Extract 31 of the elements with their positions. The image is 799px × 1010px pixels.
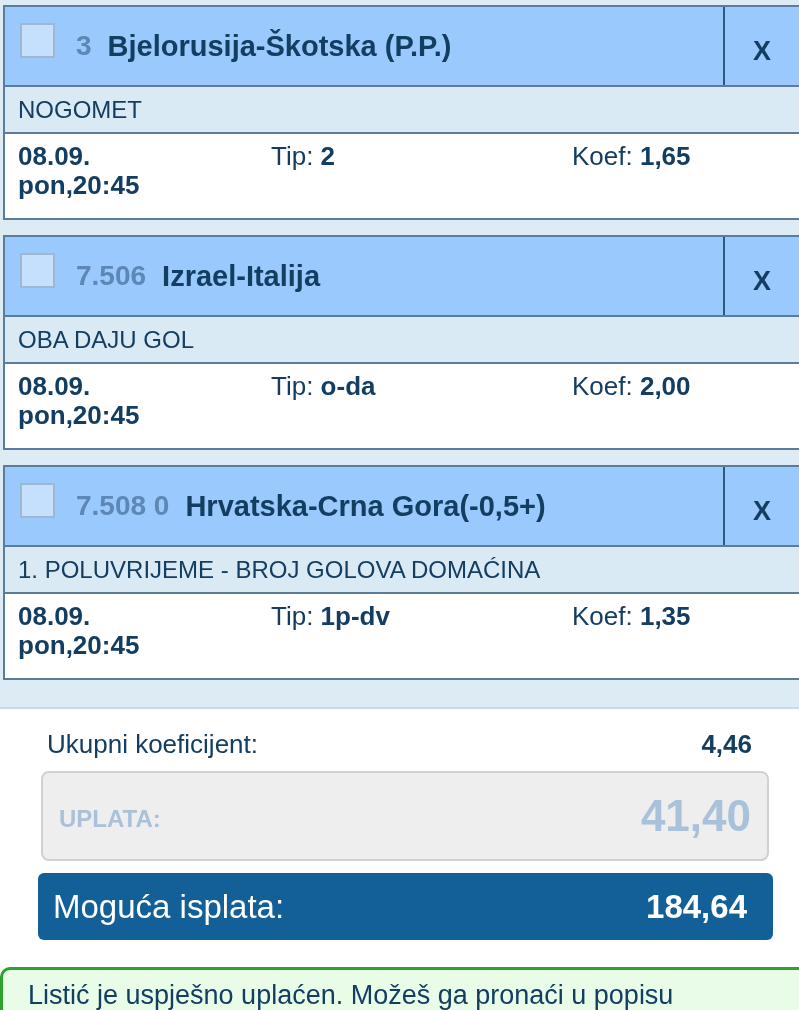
payout-amount: 184,64 [646, 887, 747, 926]
checkbox[interactable] [20, 252, 55, 288]
remove-button[interactable]: X [723, 237, 799, 315]
bet-odds: Koef: 2,00 [572, 372, 691, 401]
checkbox[interactable] [20, 22, 55, 58]
remove-button[interactable]: X [723, 467, 799, 545]
stake-label: UPLATA: [59, 805, 161, 833]
total-odds-label: Ukupni koeficijent: [47, 728, 258, 761]
match-title: Bjelorusija-Škotska (P.P.) [107, 29, 452, 63]
bet-tip: Tip: 2 [271, 142, 336, 171]
market-name: 1. POLUVRIJEME - BROJ GOLOVA DOMAĆINA [18, 555, 541, 584]
bet-tip: Tip: 1p-dv [271, 602, 390, 631]
event-code: 7.506 [76, 260, 147, 292]
event-code: 3 [76, 30, 92, 62]
match-date: 08.09. pon,20:45 [18, 142, 141, 200]
bet-odds: Koef: 1,65 [572, 142, 691, 171]
remove-button[interactable]: X [723, 7, 799, 85]
bet-tip: Tip: o-da [271, 372, 376, 401]
event-code: 7.508 0 [76, 490, 170, 522]
match-title: Hrvatska-Crna Gora(-0,5+) [185, 489, 546, 523]
match-date: 08.09. pon,20:45 [18, 602, 141, 660]
total-odds-value: 4,46 [701, 728, 752, 761]
market-name: OBA DAJU GOL [18, 325, 195, 354]
market-name: NOGOMET [18, 95, 142, 124]
checkbox[interactable] [20, 482, 55, 518]
payout-label: Moguća isplata: [53, 887, 285, 926]
match-date: 08.09. pon,20:45 [18, 372, 141, 430]
bet-odds: Koef: 1,35 [572, 602, 691, 631]
success-message: Listić je uspješno uplaćen. Možeš ga pronaći u popisu [28, 980, 674, 1010]
match-title: Izrael-Italija [162, 259, 321, 293]
stake-amount: 41,40 [640, 791, 751, 841]
